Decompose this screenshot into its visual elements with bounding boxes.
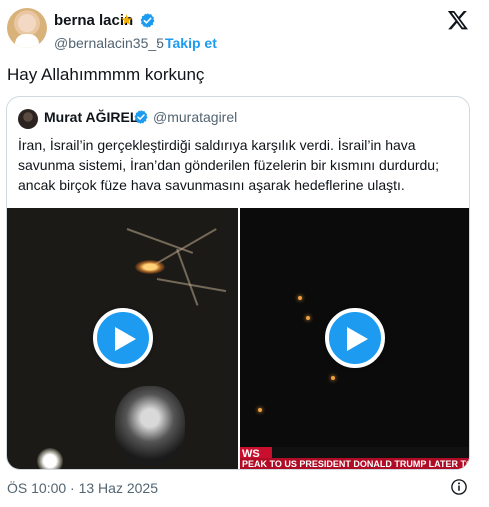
quoted-author-avatar[interactable]: [18, 109, 38, 129]
info-icon[interactable]: [450, 478, 468, 496]
quoted-tweet[interactable]: Murat AĞIREL @muratagirel İran, İsrail’i…: [6, 96, 470, 470]
x-logo-icon[interactable]: [447, 9, 469, 31]
quoted-author-name[interactable]: Murat AĞIREL: [44, 109, 138, 125]
quoted-tweet-text: İran, İsrail’in gerçekleştirdiği saldırı…: [18, 137, 439, 193]
separator-dot: ·: [156, 35, 161, 51]
smoke-cloud: [115, 386, 185, 466]
star-icon: ★: [120, 12, 134, 29]
tree-branch: [176, 248, 199, 306]
video-thumbnail-left[interactable]: [7, 208, 238, 469]
tweet-card: berna lacin ★ @bernalacin35_5 · Takip et…: [0, 0, 489, 507]
play-button[interactable]: [325, 308, 385, 368]
tweet-text: Hay Allahımmmm korkunç: [7, 65, 205, 84]
tree-branch: [126, 228, 194, 254]
missile-light: [298, 296, 302, 300]
author-avatar[interactable]: [7, 8, 47, 48]
ticker-text: PEAK TO US PRESIDENT DONALD TRUMP LATER …: [242, 459, 470, 469]
video-thumbnail-right[interactable]: WS PEAK TO US PRESIDENT DONALD TRUMP LAT…: [240, 208, 470, 469]
news-ticker: WS PEAK TO US PRESIDENT DONALD TRUMP LAT…: [240, 447, 470, 469]
author-handle[interactable]: @bernalacin35_5: [54, 35, 164, 51]
follow-button[interactable]: Takip et: [165, 35, 217, 51]
play-button[interactable]: [93, 308, 153, 368]
missile-light: [258, 408, 262, 412]
verified-icon: [140, 13, 155, 28]
quoted-author-handle[interactable]: @muratagirel: [153, 109, 237, 125]
play-icon: [347, 327, 368, 351]
ticker-backdrop: [272, 447, 469, 458]
missile-light: [306, 316, 310, 320]
missile-glow: [135, 260, 165, 274]
missile-light: [331, 376, 335, 380]
street-lamp: [37, 448, 63, 469]
play-icon: [115, 327, 136, 351]
tweet-timestamp[interactable]: ÖS 10:00 · 13 Haz 2025: [7, 480, 158, 496]
verified-icon: [134, 110, 148, 124]
